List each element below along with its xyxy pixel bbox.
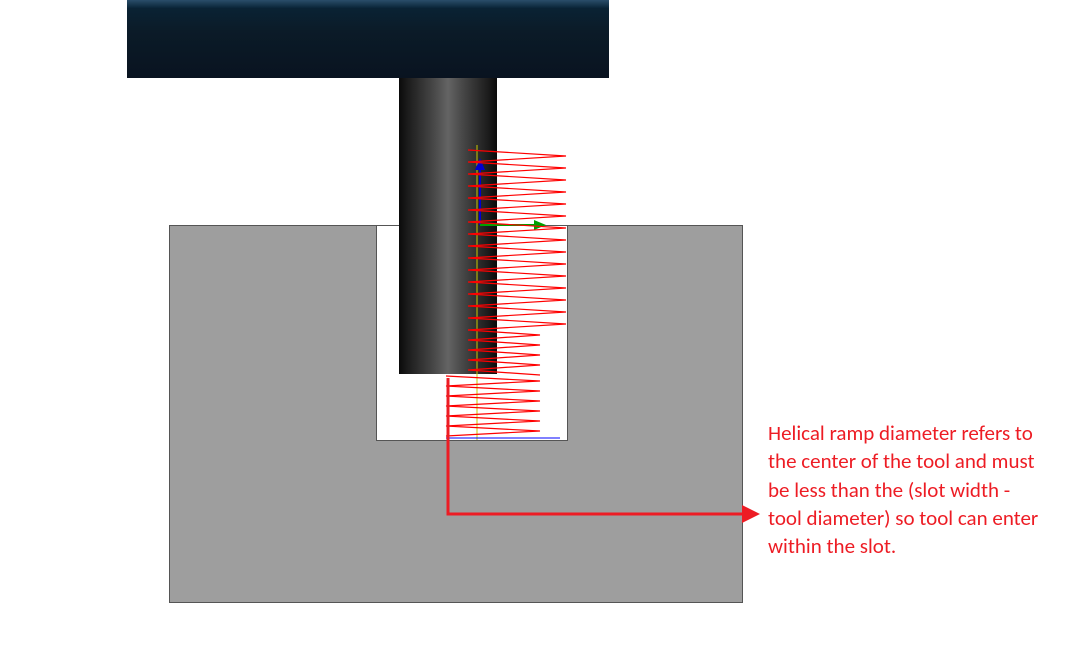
helical-toolpath bbox=[446, 150, 566, 436]
annotation-arrowhead bbox=[742, 505, 760, 523]
vector-overlay bbox=[0, 0, 1090, 671]
axis-y-arrowhead bbox=[534, 220, 546, 230]
annotation-arrow bbox=[448, 378, 760, 523]
diagram-canvas: Helical ramp diameter refers to the cent… bbox=[0, 0, 1090, 671]
annotation-text: Helical ramp diameter refers to the cent… bbox=[768, 419, 1048, 561]
